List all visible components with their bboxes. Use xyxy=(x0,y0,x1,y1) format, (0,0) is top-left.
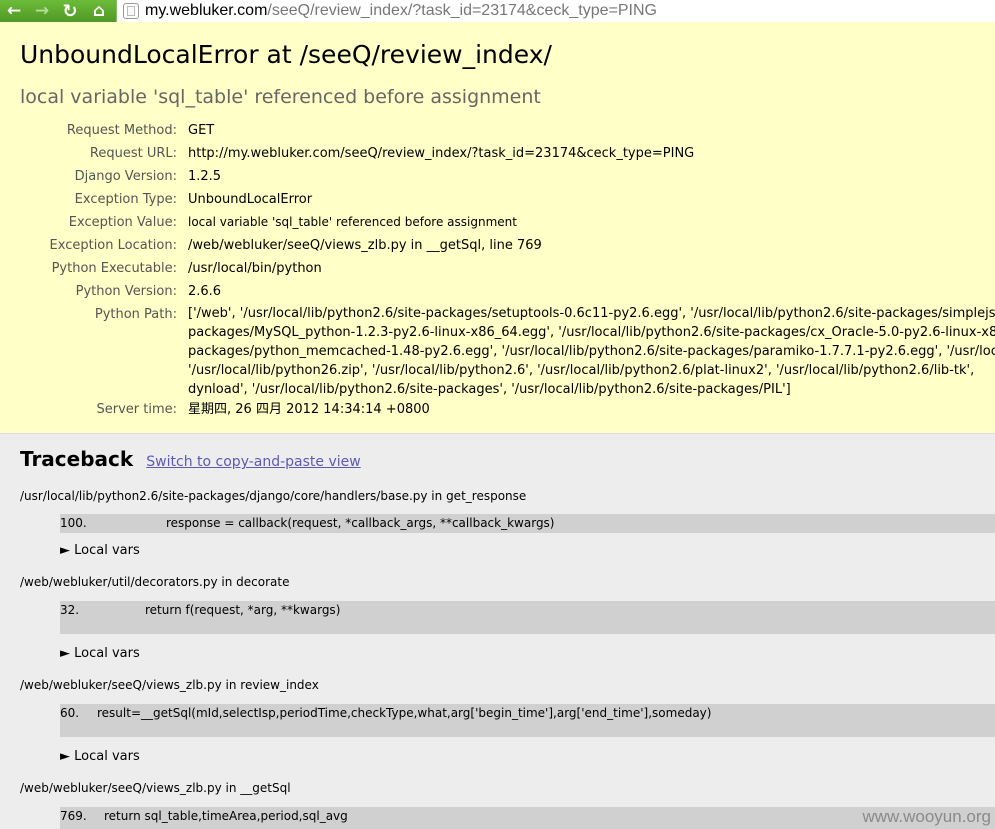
code-line: result=__getSql(mId,selectIsp,periodTime… xyxy=(97,706,712,720)
error-message: local variable 'sql_table' referenced be… xyxy=(20,86,541,108)
url-host: my.webluker.com xyxy=(145,2,268,19)
frame-file: /usr/local/lib/python2.6/site-packages/d… xyxy=(20,489,428,503)
forward-arrow-icon[interactable]: → xyxy=(30,0,54,22)
frame-in: in xyxy=(217,575,237,589)
frame-in: in xyxy=(221,781,241,795)
frame-location: /usr/local/lib/python2.6/site-packages/d… xyxy=(20,489,526,503)
meta-value: 星期四, 26 四月 2012 14:34:14 +0800 xyxy=(188,402,430,417)
home-icon[interactable]: ⌂ xyxy=(87,0,111,22)
python-path-line: ['/web', '/usr/local/lib/python2.6/site-… xyxy=(188,306,995,321)
traceback-header: Traceback Switch to copy-and-paste view xyxy=(20,447,361,471)
meta-value: http://my.webluker.com/seeQ/review_index… xyxy=(188,146,695,161)
python-path-line: dynload', '/usr/local/lib/python2.6/site… xyxy=(188,382,791,397)
frame-function: decorate xyxy=(236,575,290,589)
copy-paste-view-link[interactable]: Switch to copy-and-paste view xyxy=(146,454,360,470)
url-path: /seeQ/review_index/?task_id=23174&ceck_t… xyxy=(267,2,657,19)
frame-location: /web/webluker/util/decorators.py in deco… xyxy=(20,575,289,589)
local-vars-toggle[interactable]: ► Local vars xyxy=(60,646,140,661)
code-context[interactable]: 32. return f(request, *arg, **kwargs) xyxy=(60,601,995,634)
meta-label: Exception Value: xyxy=(68,215,177,230)
local-vars-toggle[interactable]: ► Local vars xyxy=(60,749,140,764)
meta-label: Server time: xyxy=(96,402,177,417)
python-path-value: ['/web', '/usr/local/lib/python2.6/site-… xyxy=(188,304,995,399)
meta-value: 1.2.5 xyxy=(188,169,222,184)
meta-label: Python Version: xyxy=(75,284,177,299)
frame-function: review_index xyxy=(240,678,319,692)
meta-label: Exception Location: xyxy=(49,238,177,253)
frame-file: /web/webluker/util/decorators.py xyxy=(20,575,218,589)
frame-in: in xyxy=(427,489,447,503)
frame-in: in xyxy=(221,678,241,692)
watermark: www.wooyun.org xyxy=(862,807,991,826)
meta-value: /usr/local/bin/python xyxy=(188,261,322,276)
meta-label: Python Path: xyxy=(94,307,177,322)
code-line: return sql_table,timeArea,period,sql_avg xyxy=(104,809,348,823)
python-path-line: packages/MySQL_python-1.2.3-py2.6-linux-… xyxy=(188,325,995,340)
code-line: return f(request, *arg, **kwargs) xyxy=(145,603,341,617)
line-number: 100. xyxy=(60,516,87,530)
browser-toolbar: ← → ↻ ⌂ my.webluker.com/seeQ/review_inde… xyxy=(0,0,995,22)
local-vars-toggle[interactable]: ► Local vars xyxy=(60,543,140,558)
frame-file: /web/webluker/seeQ/views_zlb.py xyxy=(20,678,222,692)
code-context[interactable]: 769. return sql_table,timeArea,period,sq… xyxy=(60,807,995,829)
reload-icon[interactable]: ↻ xyxy=(58,0,82,22)
meta-value: GET xyxy=(188,123,215,138)
line-number: 32. xyxy=(60,603,80,617)
code-context[interactable]: 60. result=__getSql(mId,selectIsp,period… xyxy=(60,704,995,737)
frame-function: __getSql xyxy=(240,781,291,795)
error-title: UnboundLocalError at /seeQ/review_index/ xyxy=(20,40,552,69)
code-context[interactable]: 100. response = callback(request, *callb… xyxy=(60,514,995,533)
meta-label: Request Method: xyxy=(66,123,177,138)
meta-value: local variable 'sql_table' referenced be… xyxy=(188,215,517,229)
python-path-line: '/usr/local/lib/python26.zip', '/usr/loc… xyxy=(188,363,975,378)
meta-value: 2.6.6 xyxy=(188,284,222,299)
line-number: 769. xyxy=(60,809,87,823)
python-path-line: packages/python_memcached-1.48-py2.6.egg… xyxy=(188,344,995,359)
frame-function: get_response xyxy=(446,489,527,503)
meta-label: Request URL: xyxy=(89,146,177,161)
traceback-title: Traceback xyxy=(20,447,134,471)
back-arrow-icon[interactable]: ← xyxy=(2,0,26,22)
meta-label: Django Version: xyxy=(74,169,177,184)
error-summary: UnboundLocalError at /seeQ/review_index/… xyxy=(0,22,995,434)
line-number: 60. xyxy=(60,706,80,720)
meta-value: UnboundLocalError xyxy=(188,192,313,207)
frame-location: /web/webluker/seeQ/views_zlb.py in revie… xyxy=(20,678,319,692)
frame-file: /web/webluker/seeQ/views_zlb.py xyxy=(20,781,222,795)
meta-label: Python Executable: xyxy=(51,261,177,276)
meta-label: Exception Type: xyxy=(74,192,177,207)
page-icon xyxy=(123,3,139,19)
code-line: response = callback(request, *callback_a… xyxy=(166,516,555,530)
meta-value: /web/webluker/seeQ/views_zlb.py in __get… xyxy=(188,238,542,253)
address-bar[interactable]: my.webluker.com/seeQ/review_index/?task_… xyxy=(116,0,995,22)
frame-location: /web/webluker/seeQ/views_zlb.py in __get… xyxy=(20,781,291,795)
